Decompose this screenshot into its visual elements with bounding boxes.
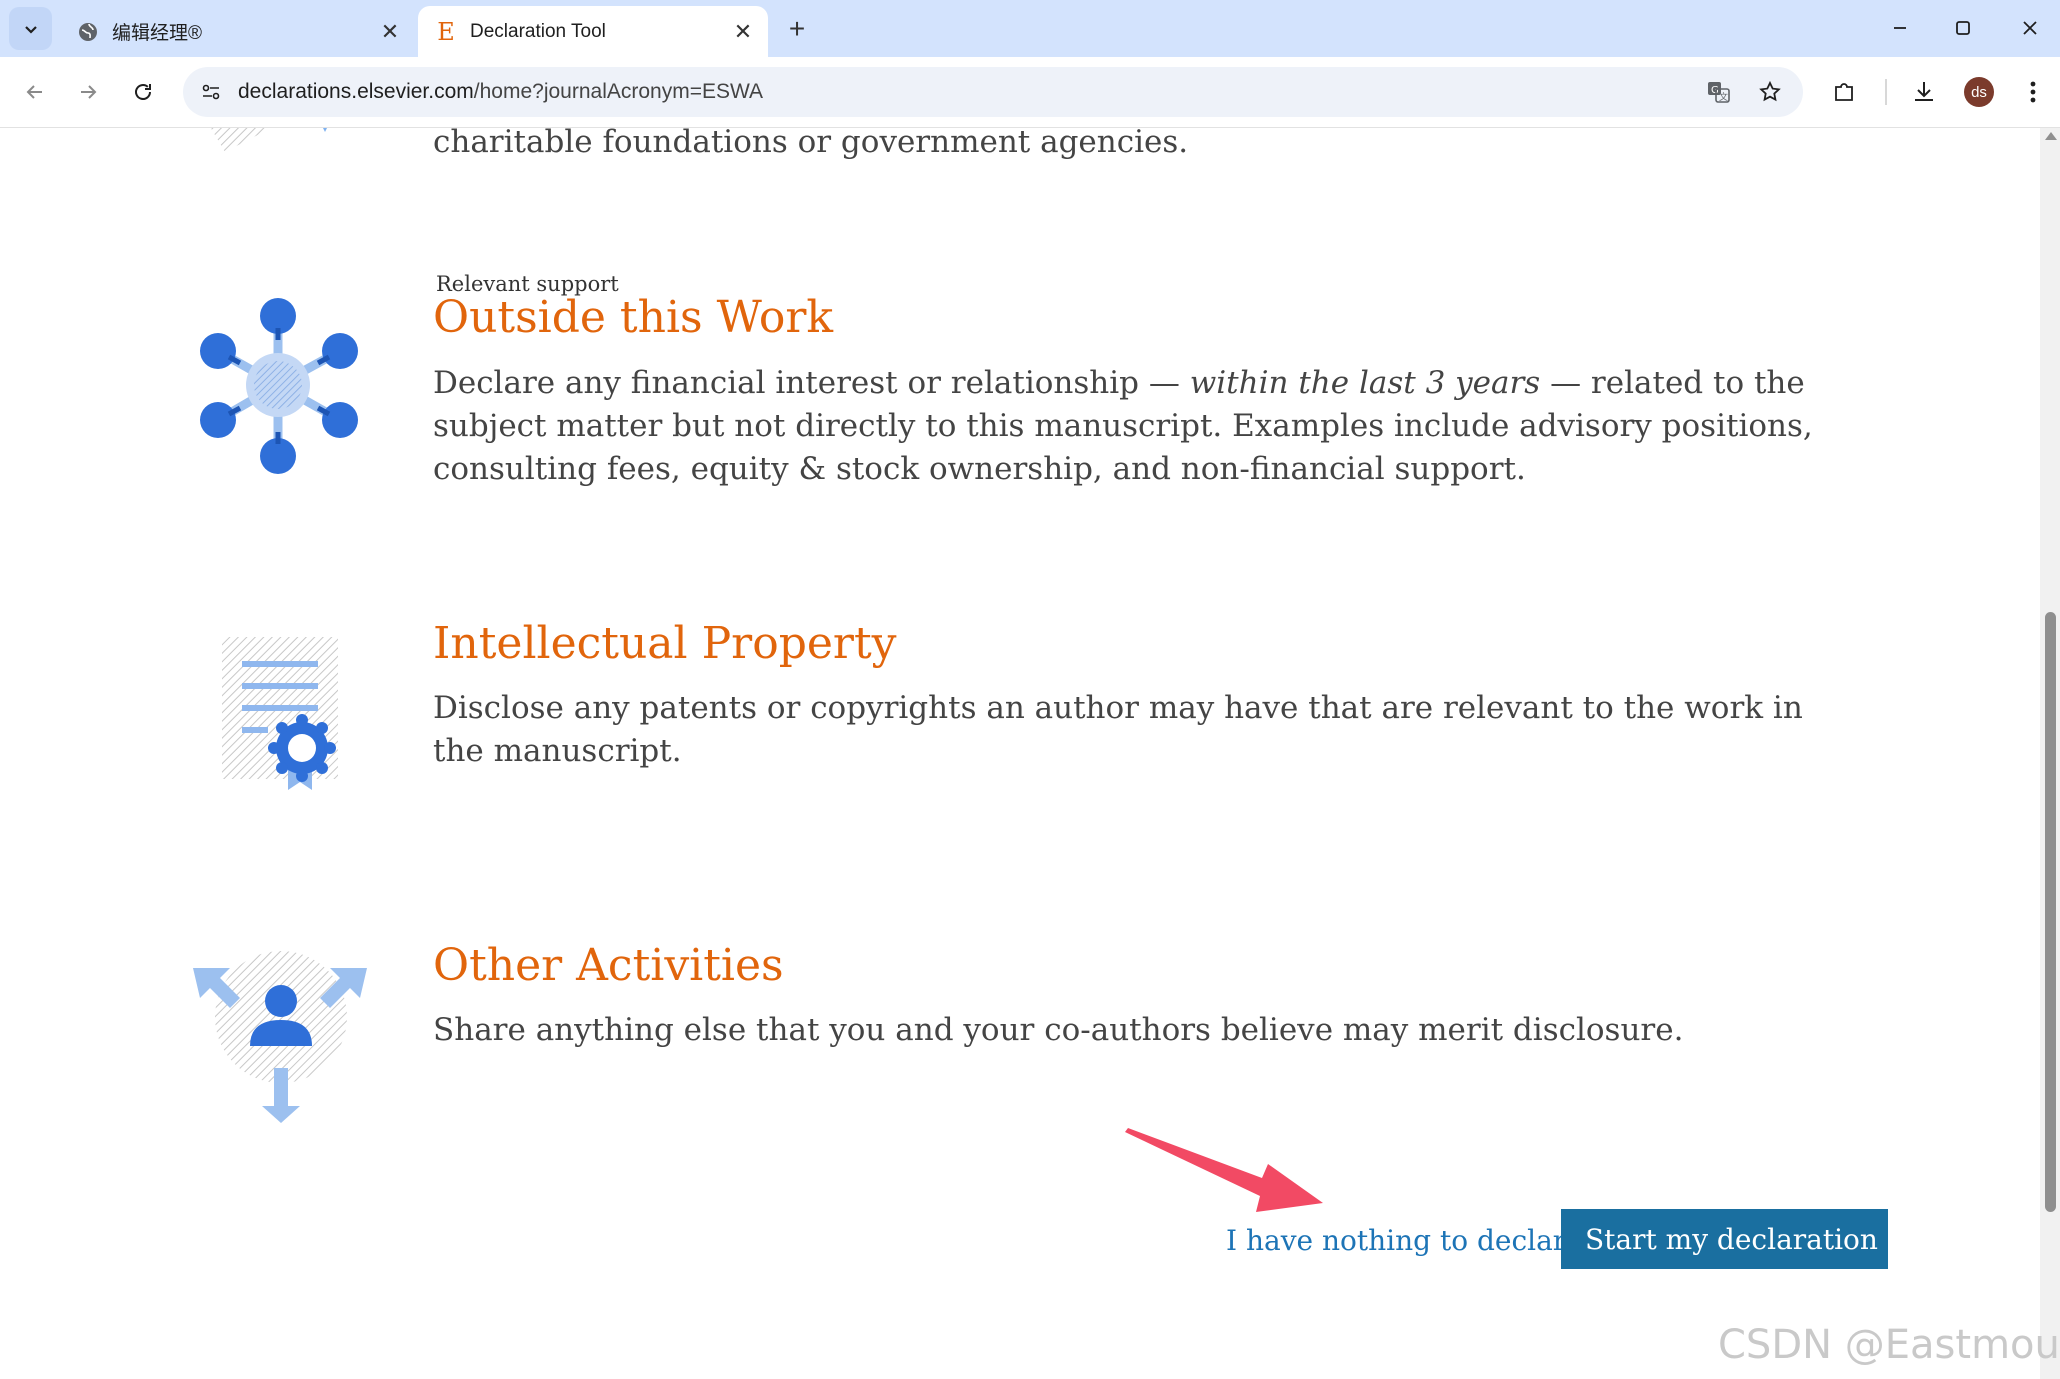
downloads-button[interactable]: [1905, 73, 1943, 111]
ip-heading: Intellectual Property: [433, 618, 897, 669]
back-button[interactable]: [16, 73, 54, 111]
address-bar[interactable]: declarations.elsevier.com/home?journalAc…: [183, 67, 1803, 117]
declaration-page: charitable foundations or government age…: [0, 128, 2040, 1379]
start-declaration-label: Start my declaration: [1585, 1222, 1878, 1256]
certificate-icon: [222, 637, 338, 790]
arrow-left-icon: [26, 85, 42, 99]
minimize-icon: [1894, 27, 1906, 29]
globe-icon: [76, 20, 100, 44]
close-icon[interactable]: ✕: [375, 17, 405, 47]
minimize-button[interactable]: [1878, 8, 1922, 48]
start-declaration-button[interactable]: Start my declaration: [1561, 1209, 1911, 1269]
scrollbar-thumb[interactable]: [2045, 612, 2056, 1212]
outside-description: Declare any financial interest or relati…: [433, 365, 1813, 487]
reload-button[interactable]: [124, 73, 162, 111]
new-tab-button[interactable]: +: [780, 12, 814, 46]
watermark: CSDN @Eastmount: [1718, 1322, 2060, 1368]
close-icon[interactable]: ✕: [728, 17, 758, 47]
svg-text:文: 文: [1719, 91, 1728, 103]
chevron-right-icon: [1896, 1226, 1912, 1252]
svg-text:G: G: [1711, 85, 1719, 96]
translate-icon[interactable]: G文: [1703, 76, 1735, 108]
arrow-right-icon: [81, 85, 97, 99]
other-heading: Other Activities: [433, 940, 784, 991]
forward-button[interactable]: [69, 73, 107, 111]
extensions-button[interactable]: [1825, 73, 1863, 111]
tab-strip: 编辑经理® ✕ E Declaration Tool ✕ +: [0, 0, 2060, 57]
profile-avatar[interactable]: ds: [1964, 77, 1994, 107]
toolbar-divider: [1885, 79, 1887, 105]
puzzle-icon: [1835, 83, 1853, 101]
maximize-button[interactable]: [1941, 8, 1985, 48]
reload-icon: [135, 84, 151, 100]
nothing-to-declare-link[interactable]: I have nothing to declare.: [1226, 1224, 1592, 1257]
chevron-down-icon: [24, 25, 37, 34]
tab-declaration-tool[interactable]: E Declaration Tool ✕: [418, 6, 768, 57]
tab-title: Declaration Tool: [470, 20, 606, 42]
network-icon: [200, 298, 358, 474]
site-info-icon[interactable]: [195, 76, 227, 108]
maximize-icon: [1956, 21, 1970, 35]
close-icon: [2023, 21, 2037, 35]
elsevier-favicon-icon: E: [437, 17, 455, 46]
funding-icon: [210, 128, 327, 152]
bookmark-star-icon[interactable]: [1754, 76, 1786, 108]
person-arrows-icon: [193, 951, 367, 1123]
close-window-button[interactable]: [2008, 8, 2052, 48]
ip-description: Disclose any patents or copyrights an au…: [433, 690, 1803, 769]
other-description: Share anything else that you and your co…: [433, 1012, 1684, 1048]
download-icon: [1915, 82, 1933, 101]
annotation-arrow-icon: [1125, 1128, 1323, 1212]
tab-editor-manager[interactable]: 编辑经理® ✕: [60, 6, 415, 57]
browser-toolbar: declarations.elsevier.com/home?journalAc…: [0, 57, 2060, 128]
menu-button[interactable]: [2014, 73, 2052, 111]
kebab-menu-icon: [2030, 81, 2036, 103]
funding-text-tail: charitable foundations or government age…: [433, 128, 1189, 160]
tab-title: 编辑经理®: [112, 23, 202, 44]
tab-search-button[interactable]: [9, 7, 52, 50]
outside-heading: Outside this Work: [433, 292, 834, 343]
scroll-up-arrow-icon[interactable]: [2045, 132, 2057, 140]
url-text: declarations.elsevier.com/home?journalAc…: [238, 80, 764, 103]
